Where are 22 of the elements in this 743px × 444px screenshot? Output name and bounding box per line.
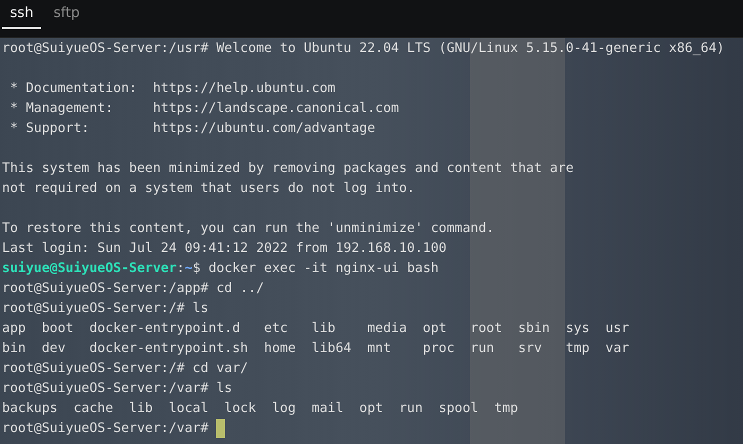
prompt-path: ~ <box>184 260 193 276</box>
terminal-line: Last login: Sun Jul 24 09:41:12 2022 from 192.168.10.100 <box>1 240 448 258</box>
tab[interactable]: sftp <box>45 0 88 29</box>
terminal-line: root@SuiyueOS-Server:/var# <box>0 418 743 438</box>
tab[interactable]: ssh <box>2 0 42 29</box>
terminal-line: app boot docker-entrypoint.d etc lib media opt root sbin sys usr <box>1 320 630 338</box>
terminal-line: To restore this content, you can run the 'unminimize' command. <box>1 220 496 238</box>
terminal-line: * Support: https://ubuntu.com/advantage <box>8 120 376 138</box>
terminal-line: bin dev docker-entrypoint.sh home lib64 mnt proc run srv tmp var <box>1 340 630 358</box>
terminal-command: $ docker exec -it nginx-ui bash <box>192 260 439 276</box>
terminal-line: root@SuiyueOS-Server:/usr# Welcome to Ubuntu 22.04 LTS (GNU/Linux 5.15.0-41-generic x86_64) <box>1 40 726 58</box>
terminal-line: root@SuiyueOS-Server:/# cd var/ <box>1 360 250 378</box>
terminal-line: * Documentation: https://help.ubuntu.com <box>8 80 336 98</box>
terminal-line: not required on a system that users do not log into. <box>1 180 416 198</box>
terminal-line: backups cache lib local lock log mail opt run spool tmp <box>1 400 520 418</box>
terminal-line: * Management: https://landscape.canonical.com <box>8 100 400 118</box>
terminal-line: root@SuiyueOS-Server:/var# ls <box>1 380 234 398</box>
terminal-line: This system has been minimized by removing packages and content that are <box>1 160 575 178</box>
terminal-line: root@SuiyueOS-Server:/app# cd ../ <box>1 280 266 298</box>
terminal-line: root@SuiyueOS-Server:/# ls <box>1 300 210 318</box>
prompt-separator: : <box>176 260 185 276</box>
prompt-user-host: suiyue@SuiyueOS-Server <box>2 260 177 276</box>
